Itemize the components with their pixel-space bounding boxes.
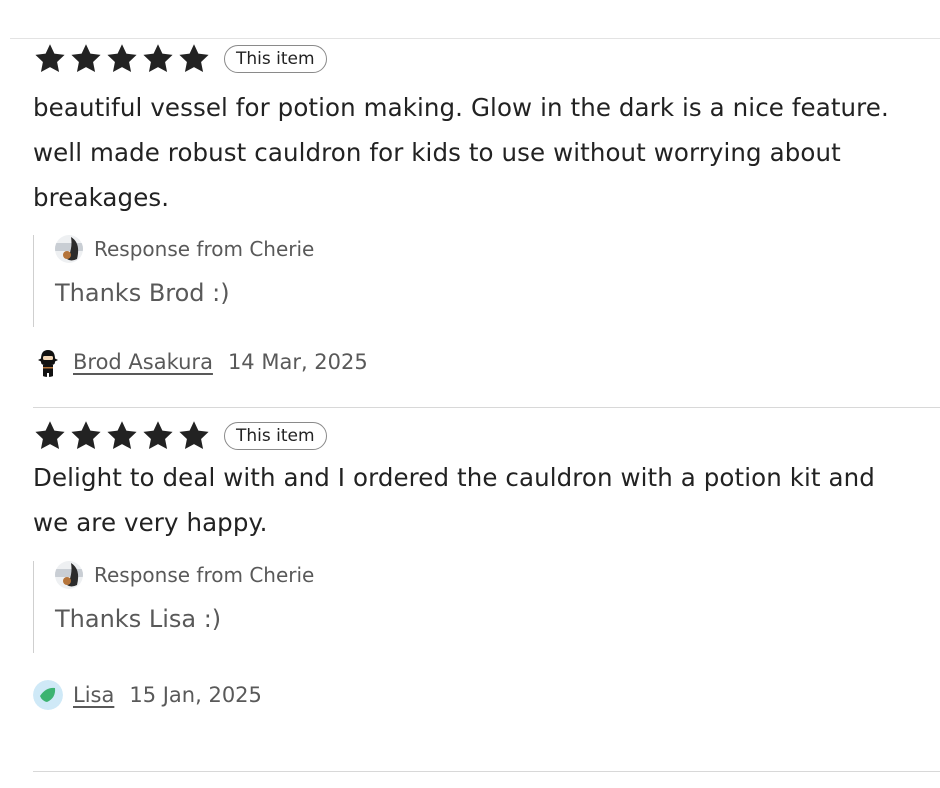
- star-rating: [33, 419, 211, 453]
- review-item: This item Delight to deal with and I ord…: [33, 408, 940, 772]
- reviewer-info: Lisa 15 Jan, 2025: [33, 678, 262, 712]
- star-rating: [33, 42, 211, 76]
- review-text: beautiful vessel for potion making. Glow…: [33, 93, 889, 212]
- seller-avatar-icon: [55, 235, 83, 263]
- this-item-badge: This item: [224, 422, 327, 450]
- star-icon: [141, 42, 175, 76]
- response-label: Response from Cherie: [94, 237, 315, 261]
- review-list: This item beautiful vessel for potion ma…: [33, 38, 940, 772]
- seller-response: Response from Cherie Thanks Lisa :): [33, 561, 633, 653]
- response-header: Response from Cherie: [55, 235, 314, 263]
- star-icon: [177, 42, 211, 76]
- response-label: Response from Cherie: [94, 563, 315, 587]
- review-item: This item beautiful vessel for potion ma…: [33, 38, 940, 408]
- ninja-avatar-icon[interactable]: [33, 347, 63, 377]
- star-icon: [105, 42, 139, 76]
- star-icon: [69, 42, 103, 76]
- response-header: Response from Cherie: [55, 561, 314, 589]
- leaf-avatar-icon[interactable]: [33, 680, 63, 710]
- reviewer-name-link[interactable]: Brod Asakura: [73, 350, 213, 374]
- this-item-badge: This item: [224, 45, 327, 73]
- star-icon: [177, 419, 211, 453]
- star-icon: [141, 419, 175, 453]
- seller-response: Response from Cherie Thanks Brod :): [33, 235, 633, 327]
- star-icon: [69, 419, 103, 453]
- seller-avatar-icon: [55, 561, 83, 589]
- star-icon: [105, 419, 139, 453]
- review-date: 15 Jan, 2025: [129, 683, 262, 707]
- response-text: Thanks Lisa :): [55, 605, 222, 633]
- rating-row: This item: [33, 43, 327, 75]
- response-text: Thanks Brod :): [55, 279, 230, 307]
- reviewer-name-link[interactable]: Lisa: [73, 683, 114, 707]
- reviewer-info: Brod Asakura 14 Mar, 2025: [33, 345, 368, 379]
- star-icon: [33, 42, 67, 76]
- star-icon: [33, 419, 67, 453]
- review-text: Delight to deal with and I ordered the c…: [33, 463, 875, 537]
- rating-row: This item: [33, 420, 327, 452]
- review-date: 14 Mar, 2025: [227, 350, 368, 374]
